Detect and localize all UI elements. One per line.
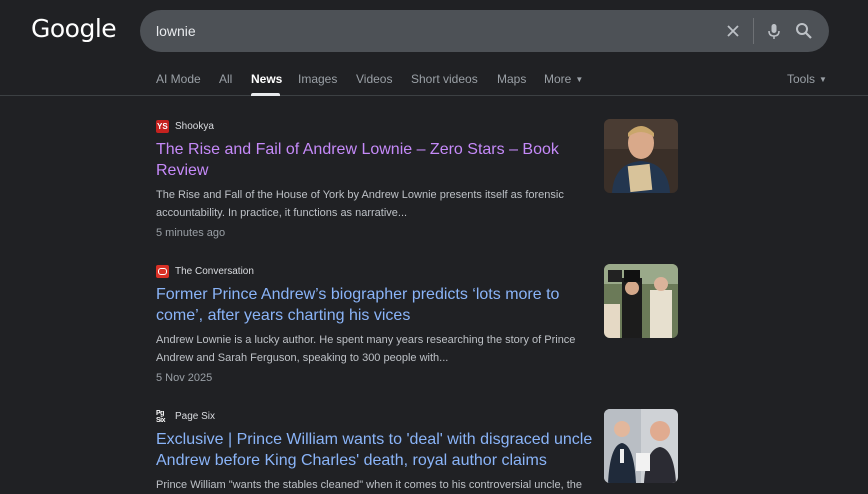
result-title-link[interactable]: The Rise and Fail of Andrew Lownie – Zer… bbox=[156, 139, 596, 181]
source-name: Shookya bbox=[175, 120, 214, 132]
search-tabs: AI Mode All News Images Videos Short vid… bbox=[0, 66, 868, 96]
chevron-down-icon: ▼ bbox=[575, 75, 584, 84]
thumbnail-image bbox=[604, 264, 678, 338]
result-thumbnail[interactable] bbox=[604, 409, 678, 483]
thumbnail-image bbox=[604, 409, 678, 483]
news-result: YS Shookya The Rise and Fail of Andrew L… bbox=[156, 119, 678, 239]
search-divider bbox=[753, 18, 754, 44]
tab-all[interactable]: All bbox=[219, 72, 232, 86]
result-timestamp: 5 minutes ago bbox=[156, 227, 226, 239]
active-tab-indicator bbox=[251, 93, 280, 96]
thumbnail-image bbox=[604, 119, 678, 193]
result-source[interactable]: Pg Six Page Six bbox=[156, 409, 216, 424]
tab-maps[interactable]: Maps bbox=[497, 72, 526, 86]
source-name: Page Six bbox=[175, 410, 216, 422]
header: Google AI Mode All News Images Videos Sh… bbox=[0, 0, 868, 96]
result-thumbnail[interactable] bbox=[604, 264, 678, 338]
close-icon[interactable] bbox=[723, 21, 743, 41]
tab-ai-mode[interactable]: AI Mode bbox=[156, 72, 201, 86]
google-logo[interactable]: Google bbox=[31, 14, 117, 43]
result-source[interactable]: The Conversation bbox=[156, 264, 254, 278]
result-source[interactable]: YS Shookya bbox=[156, 119, 214, 133]
news-result: The Conversation Former Prince Andrew’s … bbox=[156, 264, 678, 384]
conversation-favicon-icon bbox=[156, 264, 169, 278]
chevron-down-icon: ▼ bbox=[819, 75, 827, 84]
source-name: The Conversation bbox=[175, 265, 254, 277]
news-result: Pg Six Page Six Exclusive | Prince Willia… bbox=[156, 409, 678, 491]
tab-images[interactable]: Images bbox=[298, 72, 337, 86]
result-thumbnail[interactable] bbox=[604, 119, 678, 193]
result-snippet: Andrew Lownie is a lucky author. He spen… bbox=[156, 334, 576, 364]
tab-more-label: More bbox=[544, 72, 572, 86]
tab-news[interactable]: News bbox=[251, 72, 282, 86]
result-snippet: Prince William "wants the stables cleane… bbox=[156, 479, 583, 491]
tools-label: Tools bbox=[787, 72, 816, 86]
page-six-favicon-icon: Pg Six bbox=[156, 409, 169, 424]
result-title-link[interactable]: Former Prince Andrew’s biographer predic… bbox=[156, 284, 596, 326]
result-snippet: The Rise and Fall of the House of York b… bbox=[156, 189, 564, 219]
tools-button[interactable]: Tools ▼ bbox=[787, 72, 827, 86]
search-icon[interactable] bbox=[794, 21, 814, 41]
result-timestamp: 5 Nov 2025 bbox=[156, 372, 213, 384]
shookya-favicon-icon: YS bbox=[156, 119, 169, 133]
search-input[interactable] bbox=[156, 10, 696, 52]
tab-videos[interactable]: Videos bbox=[356, 72, 392, 86]
result-title-link[interactable]: Exclusive | Prince William wants to 'dea… bbox=[156, 429, 596, 471]
tab-more[interactable]: More ▼ bbox=[544, 72, 583, 86]
search-bar bbox=[140, 10, 829, 52]
microphone-icon[interactable] bbox=[764, 21, 784, 41]
tab-short-videos[interactable]: Short videos bbox=[411, 72, 478, 86]
